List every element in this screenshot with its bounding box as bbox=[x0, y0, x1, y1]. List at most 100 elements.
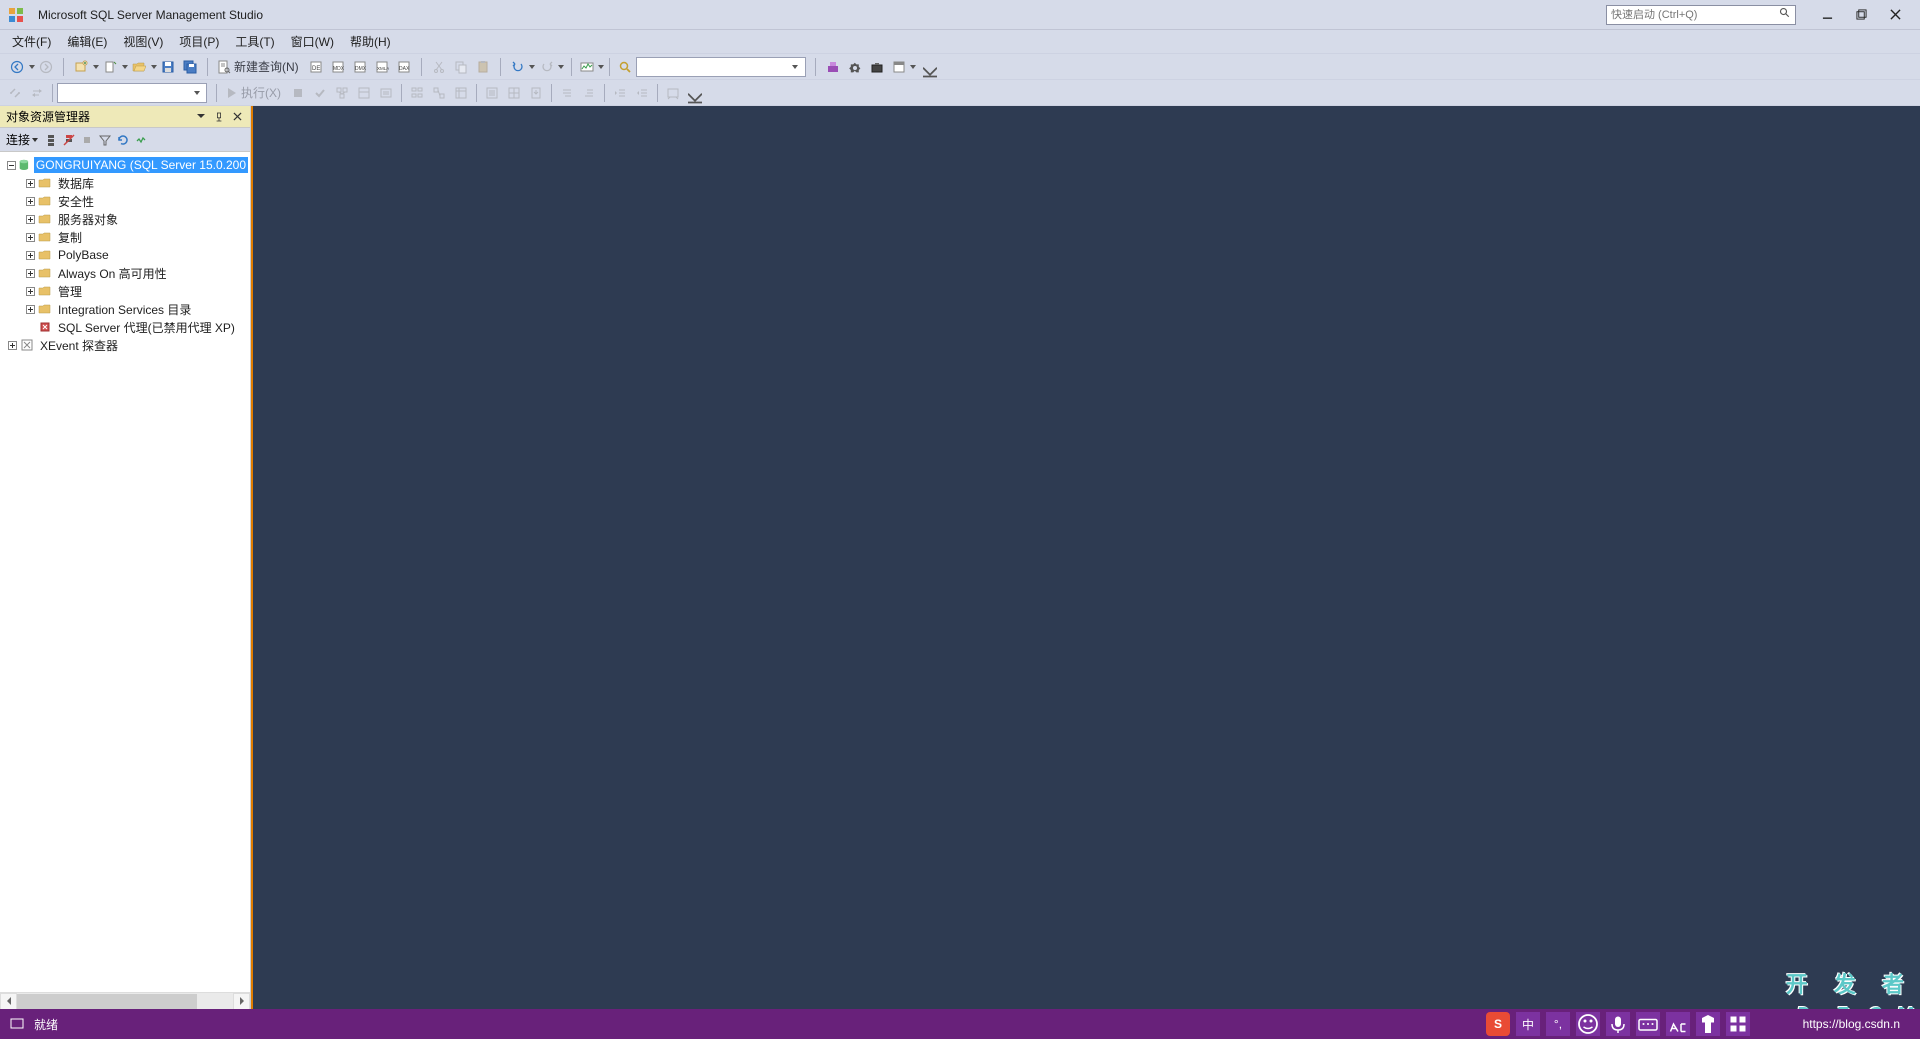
dax-query-button[interactable]: DAX bbox=[393, 56, 415, 78]
parse-button[interactable] bbox=[309, 82, 331, 104]
tree-node[interactable]: Always On 高可用性 bbox=[2, 264, 248, 282]
specify-values-button[interactable] bbox=[662, 82, 684, 104]
uncomment-button[interactable] bbox=[578, 82, 600, 104]
tree-node-server[interactable]: GONGRUIYANG (SQL Server 15.0.200 bbox=[2, 156, 248, 174]
menu-tools[interactable]: 工具(T) bbox=[227, 31, 282, 52]
expand-icon[interactable] bbox=[24, 195, 36, 207]
tree-horizontal-scrollbar[interactable] bbox=[0, 992, 250, 1009]
xmla-query-button[interactable]: XMLA bbox=[371, 56, 393, 78]
nav-back-button[interactable] bbox=[6, 56, 28, 78]
tree-node[interactable]: PolyBase bbox=[2, 246, 248, 264]
expand-icon[interactable] bbox=[24, 267, 36, 279]
tree-node[interactable]: 数据库 bbox=[2, 174, 248, 192]
new-project-button[interactable] bbox=[70, 56, 92, 78]
nav-back-dropdown[interactable] bbox=[28, 65, 35, 69]
stop-button[interactable] bbox=[78, 130, 96, 150]
window-position-dropdown[interactable] bbox=[194, 110, 208, 124]
new-query-button[interactable]: 新建查询(N) bbox=[214, 56, 305, 78]
redo-dropdown[interactable] bbox=[558, 65, 565, 69]
refresh-button[interactable] bbox=[114, 130, 132, 150]
nav-forward-button[interactable] bbox=[35, 56, 57, 78]
comment-button[interactable] bbox=[556, 82, 578, 104]
connect-dropdown[interactable]: 连接 bbox=[4, 130, 42, 150]
template-dropdown[interactable] bbox=[910, 65, 917, 69]
scroll-left-button[interactable] bbox=[0, 993, 17, 1010]
template-explorer-button[interactable] bbox=[888, 56, 910, 78]
cut-button[interactable] bbox=[428, 56, 450, 78]
ime-mode-icon[interactable]: 中 bbox=[1516, 1012, 1540, 1036]
redo-button[interactable] bbox=[536, 56, 558, 78]
new-project-dropdown[interactable] bbox=[92, 65, 99, 69]
display-plan-button[interactable] bbox=[331, 82, 353, 104]
expand-icon[interactable] bbox=[24, 303, 36, 315]
client-stats-button[interactable] bbox=[450, 82, 472, 104]
copy-button[interactable] bbox=[450, 56, 472, 78]
cancel-query-button[interactable] bbox=[287, 82, 309, 104]
close-panel-button[interactable] bbox=[230, 110, 244, 124]
find-dropdown[interactable] bbox=[792, 65, 799, 69]
menu-project[interactable]: 项目(P) bbox=[171, 31, 227, 52]
menu-file[interactable]: 文件(F) bbox=[4, 31, 59, 52]
execute-button[interactable]: 执行(X) bbox=[221, 82, 287, 104]
results-to-grid-button[interactable] bbox=[503, 82, 525, 104]
object-explorer-tree[interactable]: GONGRUIYANG (SQL Server 15.0.200 数据库安全性服… bbox=[0, 152, 250, 992]
indent-button[interactable] bbox=[609, 82, 631, 104]
results-to-text-button[interactable] bbox=[481, 82, 503, 104]
ime-keyboard-icon[interactable] bbox=[1636, 1012, 1660, 1036]
toolbox-button[interactable] bbox=[866, 56, 888, 78]
dmx-query-button[interactable]: DMX bbox=[349, 56, 371, 78]
maximize-button[interactable] bbox=[1844, 5, 1878, 25]
results-to-file-button[interactable] bbox=[525, 82, 547, 104]
auto-hide-button[interactable] bbox=[212, 110, 226, 124]
close-button[interactable] bbox=[1878, 5, 1912, 25]
save-all-button[interactable] bbox=[179, 56, 201, 78]
paste-button[interactable] bbox=[472, 56, 494, 78]
intellisense-button[interactable] bbox=[375, 82, 397, 104]
outdent-button[interactable] bbox=[631, 82, 653, 104]
properties-button[interactable] bbox=[844, 56, 866, 78]
scroll-right-button[interactable] bbox=[233, 993, 250, 1010]
scrollbar-thumb[interactable] bbox=[17, 994, 197, 1009]
expand-icon[interactable] bbox=[24, 177, 36, 189]
new-file-button[interactable] bbox=[99, 56, 121, 78]
ime-voice-icon[interactable] bbox=[1606, 1012, 1630, 1036]
database-dropdown[interactable] bbox=[193, 91, 200, 95]
toolbar-options-dropdown[interactable] bbox=[684, 93, 706, 105]
mdx-query-button[interactable]: MDX bbox=[327, 56, 349, 78]
menu-edit[interactable]: 编辑(E) bbox=[59, 31, 115, 52]
tree-node[interactable]: 复制 bbox=[2, 228, 248, 246]
tree-node[interactable]: SQL Server 代理(已禁用代理 XP) bbox=[2, 318, 248, 336]
tree-node[interactable]: 服务器对象 bbox=[2, 210, 248, 228]
connect-button[interactable] bbox=[4, 82, 26, 104]
registered-servers-button[interactable] bbox=[822, 56, 844, 78]
tree-node[interactable]: 管理 bbox=[2, 282, 248, 300]
tree-node[interactable]: Integration Services 目录 bbox=[2, 300, 248, 318]
ime-emoji-icon[interactable] bbox=[1576, 1012, 1600, 1036]
ime-tools-icon[interactable] bbox=[1726, 1012, 1750, 1036]
collapse-icon[interactable] bbox=[6, 159, 16, 171]
sogou-ime-icon[interactable]: S bbox=[1486, 1012, 1510, 1036]
ime-skin-icon[interactable] bbox=[1696, 1012, 1720, 1036]
database-select[interactable] bbox=[57, 83, 207, 103]
expand-icon[interactable] bbox=[6, 339, 18, 351]
undo-button[interactable] bbox=[507, 56, 529, 78]
toolbar-options-dropdown[interactable] bbox=[919, 67, 941, 79]
quick-launch-input[interactable] bbox=[1611, 9, 1779, 21]
menu-help[interactable]: 帮助(H) bbox=[342, 31, 399, 52]
save-button[interactable] bbox=[157, 56, 179, 78]
find-input[interactable] bbox=[636, 57, 806, 77]
menu-view[interactable]: 视图(V) bbox=[115, 31, 171, 52]
include-actual-plan-button[interactable] bbox=[406, 82, 428, 104]
change-connection-button[interactable] bbox=[26, 82, 48, 104]
search-button[interactable] bbox=[132, 130, 150, 150]
quick-launch-box[interactable] bbox=[1606, 5, 1796, 25]
tree-node[interactable]: 安全性 bbox=[2, 192, 248, 210]
query-options-button[interactable] bbox=[353, 82, 375, 104]
filter-button[interactable] bbox=[96, 130, 114, 150]
de-query-button[interactable]: DE bbox=[305, 56, 327, 78]
ime-handwrite-icon[interactable] bbox=[1666, 1012, 1690, 1036]
minimize-button[interactable] bbox=[1810, 5, 1844, 25]
expand-icon[interactable] bbox=[24, 213, 36, 225]
tree-node-xevent[interactable]: XEvent 探查器 bbox=[2, 336, 248, 354]
open-file-button[interactable] bbox=[128, 56, 150, 78]
